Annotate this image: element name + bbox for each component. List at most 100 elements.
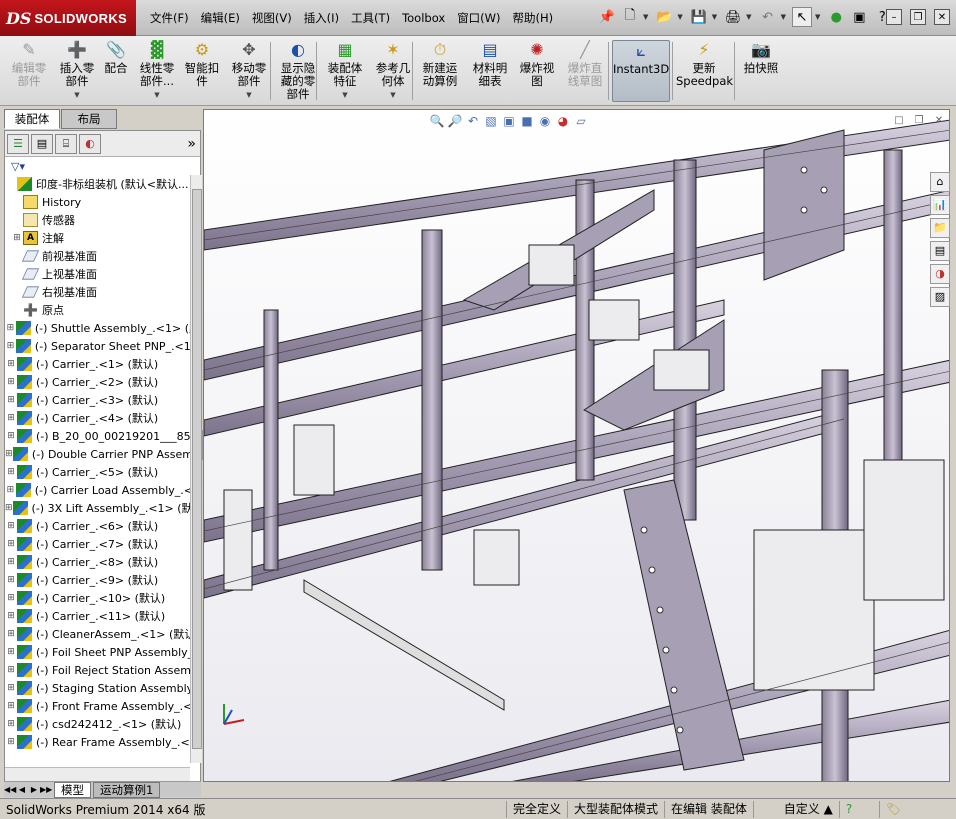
expand-plus-icon[interactable]: ⊞ [5,575,17,585]
appearances-icon[interactable]: ◑ [930,264,950,284]
expand-plus-icon[interactable]: ⊞ [5,737,17,747]
chevron-down-icon[interactable]: ▼ [643,13,648,21]
tree-item[interactable]: ⊞ (-) B_20_00_00219201___850 [5,427,200,445]
menu-item-2[interactable]: 视图(V) [246,10,298,26]
tree-item[interactable]: ⊞ (-) Double Carrier PNP Assemb [5,445,200,463]
close-icon[interactable]: ✕ [934,9,950,25]
ribbon-button-2[interactable]: 📎 配合 [100,40,132,102]
custom-properties-icon[interactable]: ▨ [930,287,950,307]
chevron-down-icon[interactable]: ▼ [781,13,786,21]
open-icon[interactable]: 📂 [654,7,674,27]
expand-plus-icon[interactable]: ⊞ [5,521,17,531]
zoom-area-icon[interactable]: 🔎 [446,114,464,132]
solidworks-logo[interactable]: DS SOLIDWORKS [0,0,136,36]
ribbon-button-13[interactable]: ⟀ Instant3D [612,40,670,102]
tree-item[interactable]: ⊞ (-) Carrier_.<8> (默认) [5,553,200,571]
menu-item-7[interactable]: 帮助(H) [507,10,560,26]
expand-plus-icon[interactable]: ⊞ [5,377,17,387]
expand-plus-icon[interactable]: ⊞ [5,323,16,333]
chevron-down-icon[interactable]: ▼ [712,13,717,21]
chevron-down-icon[interactable]: ▼ [324,89,366,102]
menu-item-0[interactable]: 文件(F) [144,10,195,26]
file-explorer-icon[interactable]: 📁 [930,218,950,238]
tree-item[interactable]: ⊞ (-) Carrier_.<1> (默认) [5,355,200,373]
tree-scrollbar[interactable] [190,175,202,763]
section-view-icon[interactable]: ▧ [482,114,500,132]
tree-item[interactable]: 传感器 [5,211,200,229]
chevron-down-icon[interactable]: ▼ [228,89,270,102]
ribbon-button-6[interactable]: ◐ 显示隐 藏的零 部件 [276,40,320,102]
ribbon-button-0[interactable]: ✎ 编辑零 部件 [6,40,52,102]
chevron-down-icon[interactable]: ▼ [136,89,178,102]
expand-plus-icon[interactable]: ⊞ [5,557,17,567]
ribbon-button-9[interactable]: ⏱ 新建运 动算例 [418,40,462,102]
tree-item[interactable]: ⊞ (-) Carrier Load Assembly_.<1 [5,481,200,499]
undo-icon[interactable]: ↶ [758,7,778,27]
tree-item[interactable]: ⊞ (-) 3X Lift Assembly_.<1> (默认 [5,499,200,517]
config-icon[interactable]: ⌸ [55,133,77,154]
expand-plus-icon[interactable]: ⊞ [5,395,17,405]
tree-item[interactable]: ⊞ (-) Staging Station Assembly_ [5,679,200,697]
expand-plus-icon[interactable]: ⊞ [5,341,16,351]
expand-plus-icon[interactable]: ⊞ [5,665,17,675]
print-icon[interactable]: 🖨 [723,7,743,27]
display-style-icon[interactable]: ■ [518,114,536,132]
ribbon-button-3[interactable]: ▓ 线性零 部件... ▼ [136,40,178,102]
tab-layout[interactable]: 布局 [61,109,117,129]
expand-plus-icon[interactable]: ⊞ [11,233,23,243]
tree-item[interactable]: ⊞ (-) csd242412_.<1> (默认) [5,715,200,733]
tree-item[interactable]: ⊞ (-) Carrier_.<5> (默认) [5,463,200,481]
scene-icon[interactable]: ▱ [572,114,590,132]
ribbon-button-7[interactable]: ▦ 装配体 特征 ▼ [324,40,366,102]
ribbon-button-15[interactable]: 📷 拍快照 [738,40,784,102]
tab-assembly[interactable]: 装配体 [4,109,60,129]
ribbon-button-8[interactable]: ✶ 参考几 何体 ▼ [370,40,416,102]
ribbon-button-10[interactable]: ▤ 材料明 细表 [468,40,512,102]
zoom-to-fit-icon[interactable]: 🔍 [428,114,446,132]
new-document-icon[interactable]: 🗋 [620,7,640,27]
display-icon[interactable]: ◐ [79,133,101,154]
nav-next-icon[interactable]: ▶ [28,785,40,794]
chevron-down-icon[interactable]: ▼ [677,13,682,21]
ribbon-button-11[interactable]: ✺ 爆炸视 图 [516,40,558,102]
expand-plus-icon[interactable]: ⊞ [5,467,17,477]
viewport-minimize-icon[interactable]: □ [892,115,906,129]
status-help[interactable]: ? [838,800,879,818]
expand-plus-icon[interactable]: ⊞ [5,359,17,369]
expand-plus-icon[interactable]: ⊞ [5,485,16,495]
menu-item-6[interactable]: 窗口(W) [451,10,506,26]
tree-item[interactable]: ⊞ (-) Carrier_.<2> (默认) [5,373,200,391]
tab-motion-study[interactable]: 运动算例1 [93,781,161,798]
home-icon[interactable]: ⌂ [930,172,950,192]
expand-plus-icon[interactable]: ⊞ [5,431,17,441]
tab-model[interactable]: 模型 [54,781,91,798]
previous-view-icon[interactable]: ↶ [464,114,482,132]
tree-item[interactable]: ⊞ (-) Carrier_.<7> (默认) [5,535,200,553]
nav-prev-icon[interactable]: ◀ [16,785,28,794]
chevron-down-icon[interactable]: ▼ [746,13,751,21]
tree-item[interactable]: ⊞ (-) Separator Sheet PNP_.<1> [5,337,200,355]
filter-icon[interactable]: ▽▾ [11,160,25,173]
tree-item[interactable]: ⊞ (-) Carrier_.<3> (默认) [5,391,200,409]
menu-item-1[interactable]: 编辑(E) [195,10,246,26]
tree-item[interactable]: ⊞ (-) Front Frame Assembly_.<1 [5,697,200,715]
pin-icon[interactable]: 📌 [597,7,617,27]
options-icon[interactable]: ▣ [849,7,869,27]
ribbon-button-4[interactable]: ⚙ 智能扣 件 [180,40,224,102]
expand-plus-icon[interactable]: ⊞ [5,539,17,549]
tree-item[interactable]: ⊞ (-) Foil Sheet PNP Assembly_. [5,643,200,661]
tree-item[interactable]: ⊞ (-) Carrier_.<4> (默认) [5,409,200,427]
tree-item[interactable]: ⊞ (-) Shuttle Assembly_.<1> (默 [5,319,200,337]
expand-plus-icon[interactable]: ⊞ [5,593,17,603]
ribbon-button-12[interactable]: ╱ 爆炸直 线草图 [562,40,608,102]
tree-item[interactable]: ⊞ (-) Foil Reject Station Assemb [5,661,200,679]
nav-last-icon[interactable]: ▶▶ [40,785,52,794]
tree-item[interactable]: ⊞ (-) Carrier_.<10> (默认) [5,589,200,607]
tree-item[interactable]: ⊞ (-) CleanerAssem_.<1> (默认 [5,625,200,643]
status-units[interactable]: 自定义 ▲ [752,800,839,818]
hide-show-icon[interactable]: ◉ [536,114,554,132]
ribbon-button-14[interactable]: ⚡ 更新 Speedpak [676,40,733,102]
tree-hscrollbar[interactable] [5,767,190,781]
expand-icon[interactable]: » [187,136,196,152]
tree-item[interactable]: ⊞ (-) Rear Frame Assembly_.<1 [5,733,200,751]
